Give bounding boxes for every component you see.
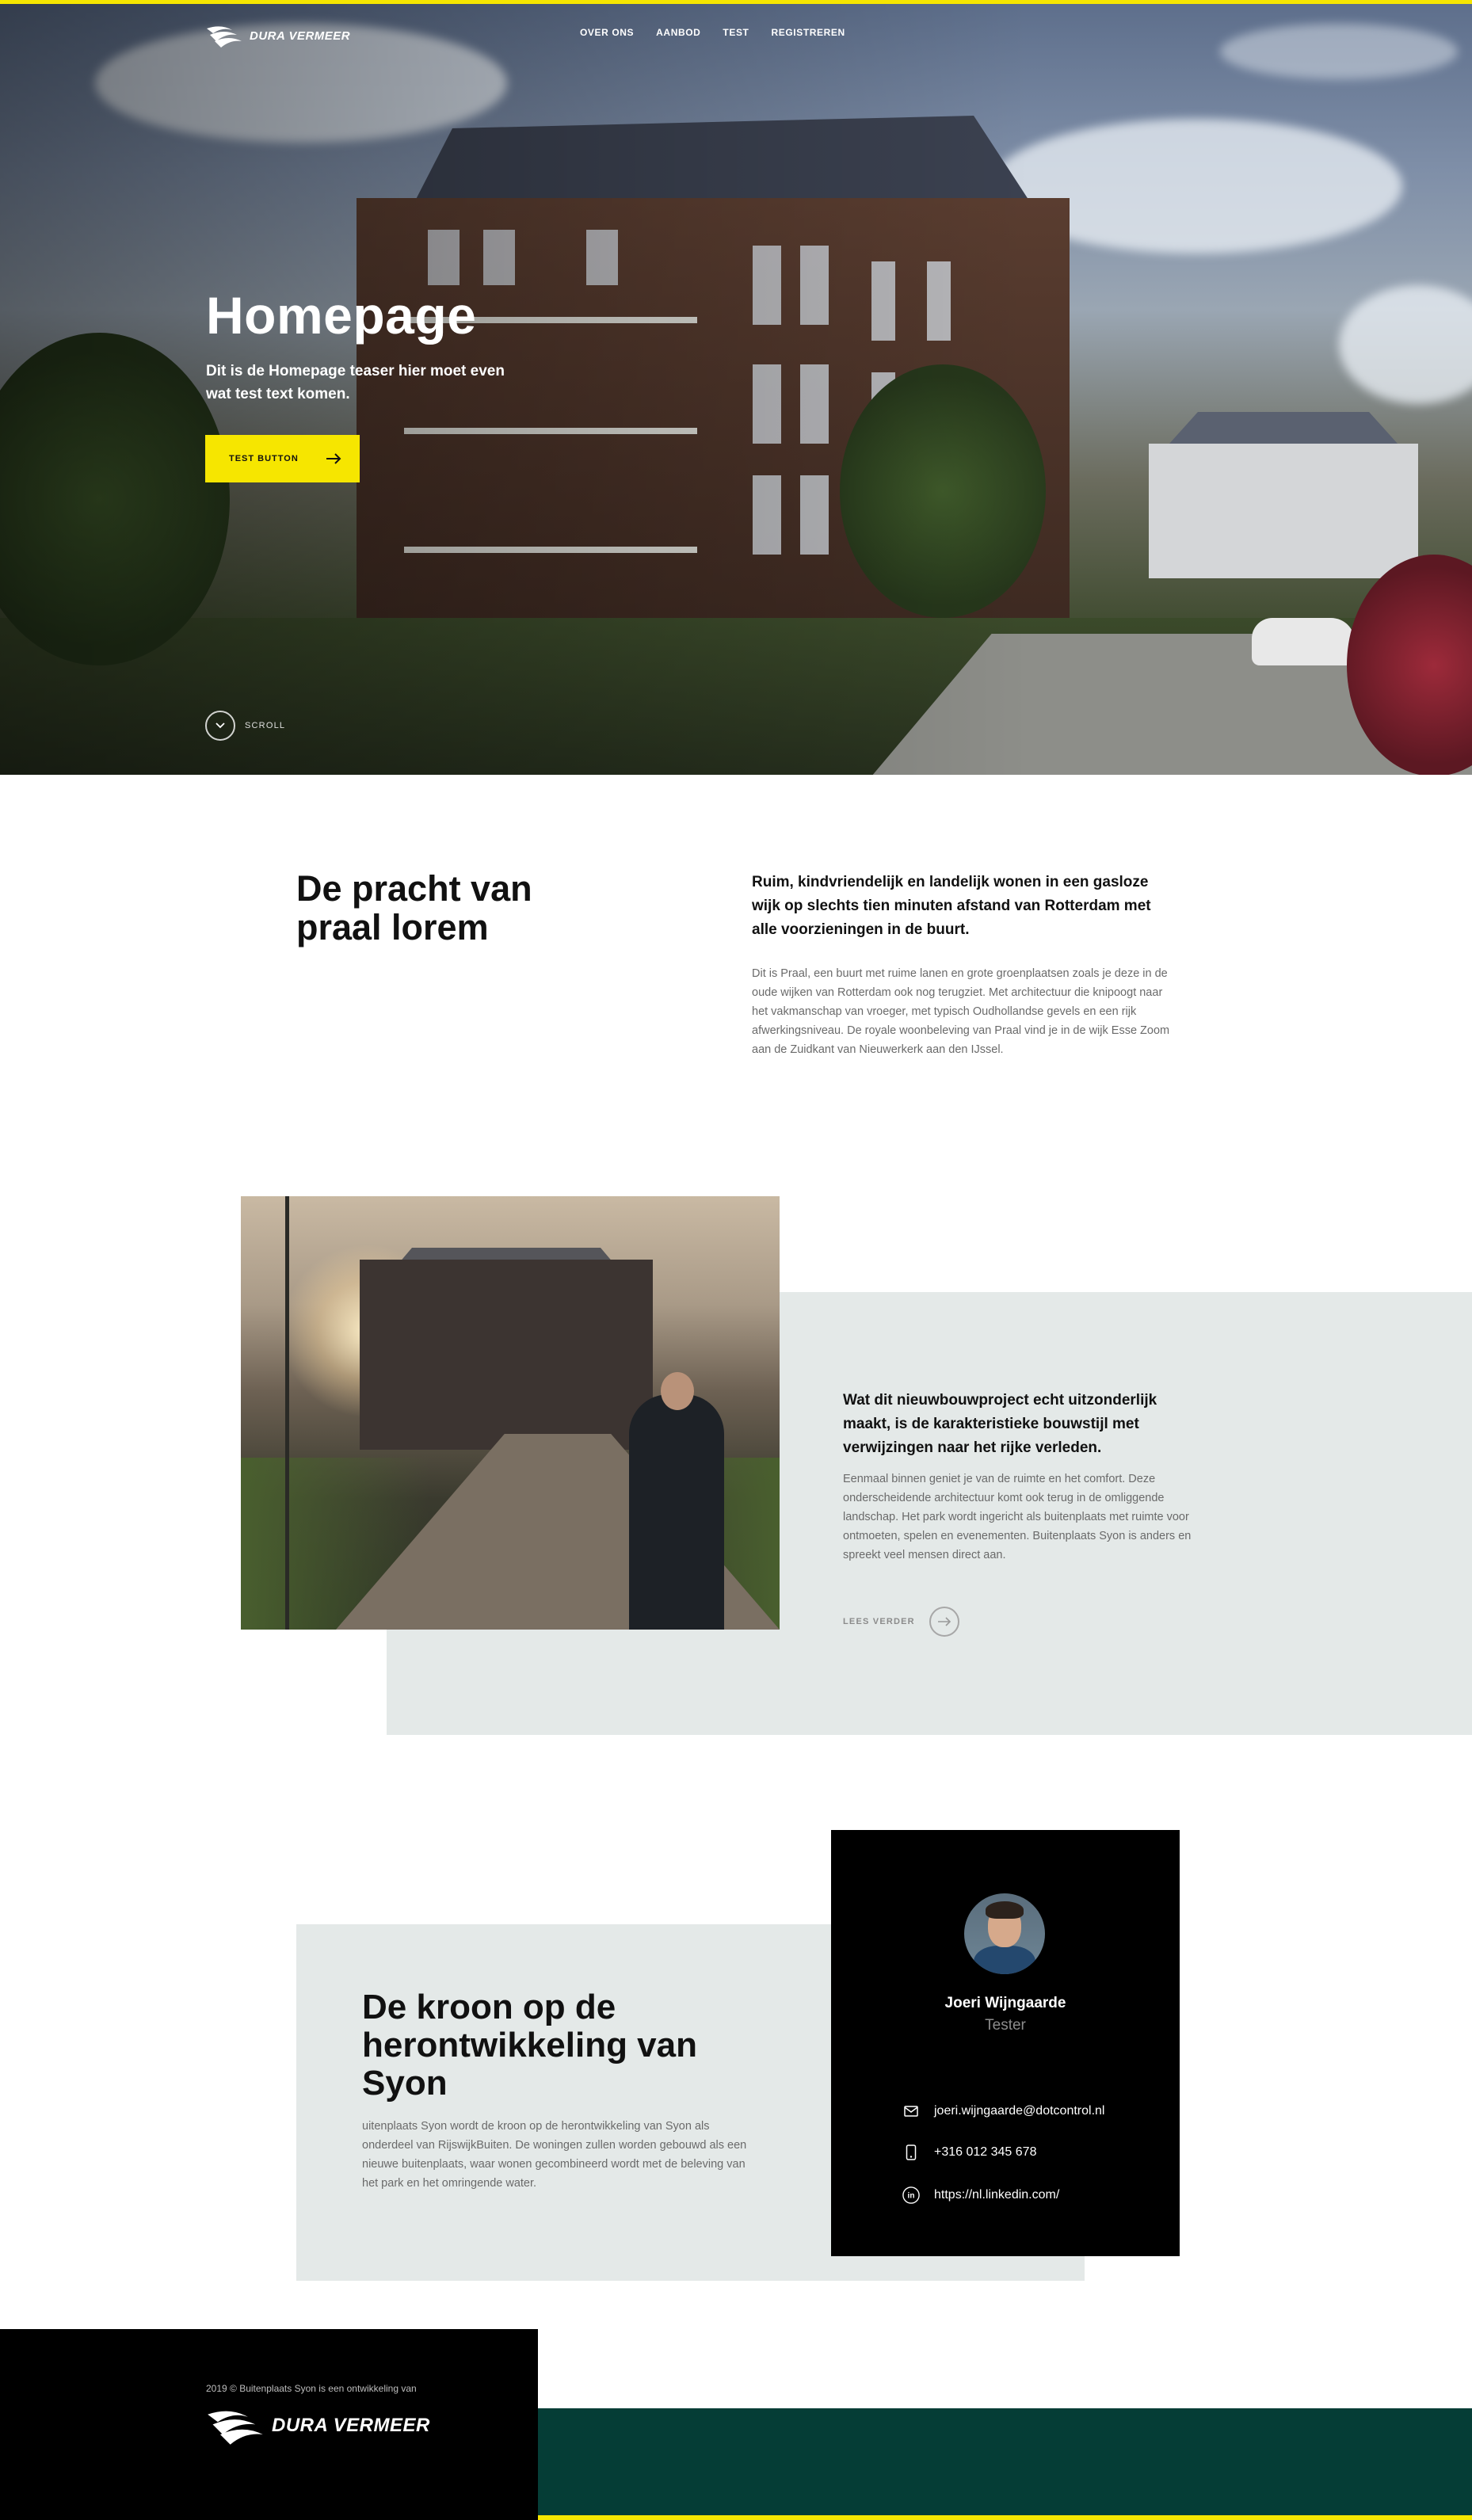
footer-logo[interactable]: DURA VERMEER (205, 2407, 430, 2445)
nav-item-aanbod[interactable]: AANBOD (656, 27, 700, 38)
read-more-circle (929, 1607, 959, 1637)
main-nav: OVER ONS AANBOD TEST REGISTREREN (580, 27, 868, 38)
footer-copyright: 2019 © Buitenplaats Syon is een ontwikke… (206, 2383, 417, 2394)
chevron-down-icon (215, 722, 225, 729)
contact-phone-row[interactable]: +316 012 345 678 (902, 2144, 1036, 2161)
intro-body: Dit is Praal, een buurt met ruime lanen … (752, 967, 1170, 1056)
arrow-right-icon (326, 453, 341, 464)
footer-accent-line (538, 2515, 1472, 2520)
logo-text: DURA VERMEER (250, 29, 351, 43)
svg-text:in: in (908, 2192, 915, 2201)
read-more-label: LEES VERDER (843, 1617, 915, 1626)
intro-lead: Ruim, kindvriendelijk en landelijk wonen… (752, 874, 1151, 938)
scroll-indicator[interactable]: SCROLL (205, 711, 285, 741)
scroll-label: SCROLL (245, 721, 286, 730)
arrow-right-icon (937, 1617, 951, 1626)
scroll-circle (205, 711, 235, 741)
feature-body: Eenmaal binnen geniet je van de ruimte e… (843, 1473, 1192, 1561)
feature-image (241, 1196, 780, 1630)
phone-icon (902, 2144, 920, 2161)
footer-logo-text: DURA VERMEER (272, 2415, 430, 2436)
contact-card: Joeri Wijngaarde Tester joeri.wijngaarde… (831, 1830, 1180, 2256)
contact-role: Tester (985, 2017, 1026, 2034)
feature-image-building (360, 1260, 653, 1450)
dura-vermeer-logo-icon (207, 26, 242, 48)
contact-linkedin-row[interactable]: in https://nl.linkedin.com/ (902, 2186, 1059, 2204)
linkedin-icon: in (902, 2186, 920, 2204)
nav-item-over-ons[interactable]: OVER ONS (580, 27, 634, 38)
feature-image-person-head (661, 1372, 694, 1410)
hero-cta-button[interactable]: TEST BUTTON (205, 435, 360, 482)
read-more-link[interactable]: LEES VERDER (843, 1607, 959, 1637)
contact-phone: +316 012 345 678 (934, 2145, 1037, 2159)
feature-lead: Wat dit nieuwbouwproject echt uitzonderl… (843, 1392, 1157, 1456)
crown-body: uitenplaats Syon wordt de kroon op de he… (362, 2120, 747, 2190)
dura-vermeer-logo-icon (208, 2411, 263, 2445)
accent-top-line (0, 0, 1472, 4)
intro-title: De pracht van praal lorem (296, 868, 532, 947)
avatar (964, 1893, 1045, 1974)
feature-image-lamppost (285, 1196, 289, 1630)
feature-image-person (629, 1394, 724, 1630)
crown-title: De kroon op de herontwikkeling van Syon (362, 1988, 697, 2103)
hero-title: Homepage (206, 286, 477, 345)
contact-name: Joeri Wijngaarde (944, 1995, 1066, 2011)
hero-cta-label: TEST BUTTON (229, 454, 299, 463)
nav-item-test[interactable]: TEST (723, 27, 749, 38)
footer-green-block (538, 2408, 1472, 2520)
contact-email: joeri.wijngaarde@dotcontrol.nl (934, 2104, 1105, 2118)
nav-item-registreren[interactable]: REGISTREREN (772, 27, 845, 38)
header-logo[interactable]: DURA VERMEER (205, 24, 350, 48)
contact-email-row[interactable]: joeri.wijngaarde@dotcontrol.nl (902, 2103, 1104, 2120)
mail-icon (902, 2103, 920, 2120)
contact-linkedin: https://nl.linkedin.com/ (934, 2188, 1060, 2202)
hero-teaser: Dit is de Homepage teaser hier moet even… (206, 363, 505, 402)
